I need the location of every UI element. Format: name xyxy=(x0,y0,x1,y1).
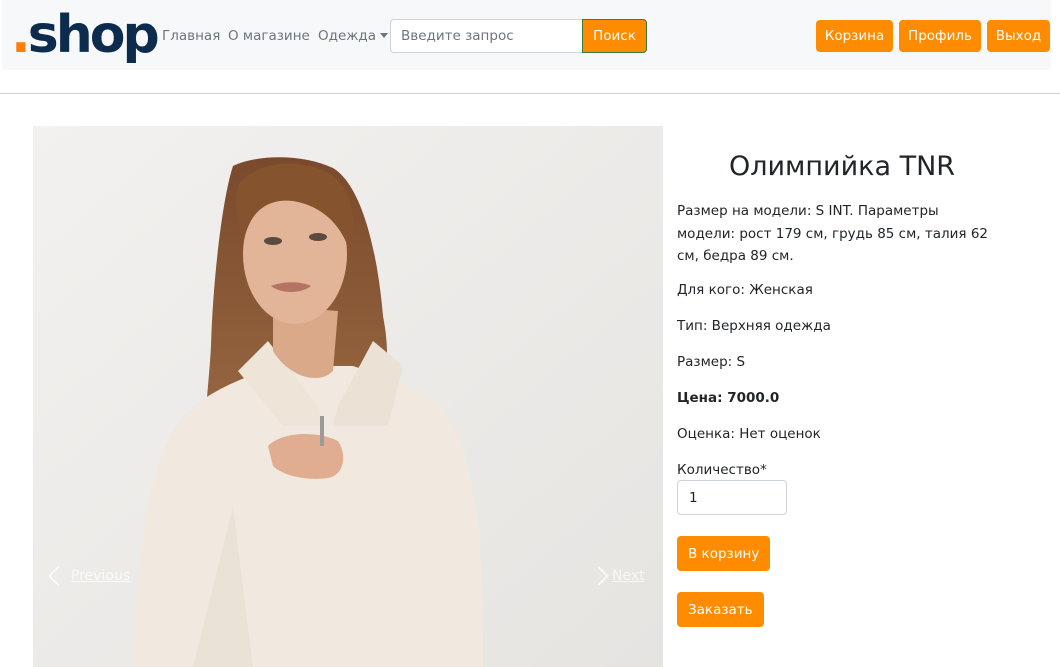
nav-dropdown-clothing[interactable]: Одежда xyxy=(318,27,389,45)
cart-button[interactable]: Корзина xyxy=(816,20,893,52)
carousel-next[interactable]: Next xyxy=(589,566,645,586)
product-price: Цена: 7000.0 xyxy=(677,390,780,406)
shop-logo[interactable]: .shop xyxy=(11,6,160,64)
product-title: Олимпийка TNR xyxy=(728,151,956,182)
carousel-previous[interactable]: Previous xyxy=(45,566,130,586)
add-to-cart-button[interactable]: В корзину xyxy=(677,536,771,571)
chevron-right-icon xyxy=(589,566,609,586)
product-photo xyxy=(33,126,663,667)
header-divider xyxy=(0,93,1060,94)
chevron-left-icon xyxy=(48,566,68,586)
caret-down-icon xyxy=(380,33,389,38)
logout-button[interactable]: Выход xyxy=(987,20,1050,52)
product-size: Размер: S xyxy=(677,354,746,370)
order-button[interactable]: Заказать xyxy=(677,592,764,627)
product-rating: Оценка: Нет оценок xyxy=(677,426,821,442)
nav-dropdown-label: Одежда xyxy=(318,28,377,44)
product-for-whom: Для кого: Женская xyxy=(677,282,813,298)
profile-button[interactable]: Профиль xyxy=(899,20,981,52)
product-image-carousel[interactable] xyxy=(33,126,663,667)
product-description: Размер на модели: S INT. Параметры модел… xyxy=(677,203,989,264)
nav-link-home[interactable]: Главная xyxy=(162,27,220,45)
search-input[interactable] xyxy=(390,19,584,53)
quantity-input[interactable] xyxy=(677,480,787,515)
search-button[interactable]: Поиск xyxy=(582,19,647,53)
product-type: Тип: Верхняя одежда xyxy=(677,318,831,334)
quantity-label: Количество* xyxy=(677,462,767,478)
nav-link-about[interactable]: О магазине xyxy=(228,27,310,45)
